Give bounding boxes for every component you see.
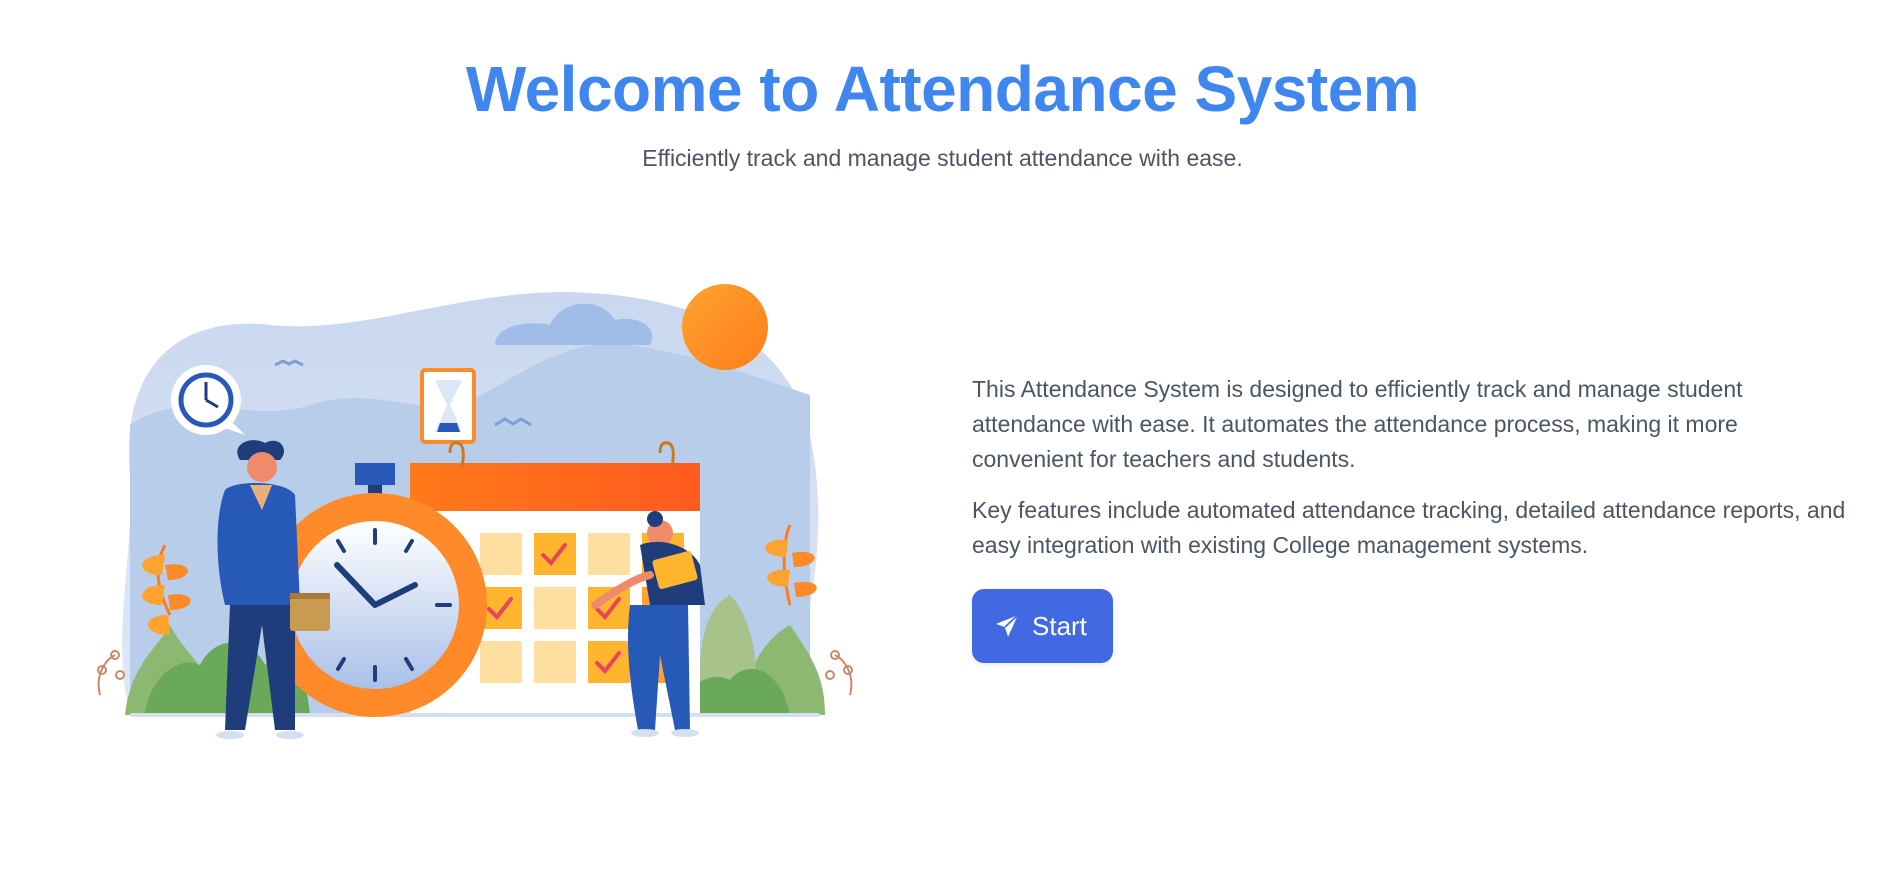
hourglass-shape — [420, 368, 476, 444]
sun-shape — [682, 284, 768, 370]
illustration-svg — [97, 284, 853, 739]
attendance-illustration — [90, 275, 880, 765]
description-section: This Attendance System is designed to ef… — [972, 372, 1852, 663]
page-subtitle: Efficiently track and manage student att… — [642, 145, 1243, 171]
start-button-label: Start — [1032, 610, 1087, 641]
features-paragraph: Key features include automated attendanc… — [972, 497, 1846, 558]
send-icon — [994, 613, 1020, 639]
description-paragraph: This Attendance System is designed to ef… — [972, 376, 1743, 472]
start-button[interactable]: Start — [972, 589, 1113, 663]
page-title: Welcome to Attendance System — [465, 53, 1420, 125]
